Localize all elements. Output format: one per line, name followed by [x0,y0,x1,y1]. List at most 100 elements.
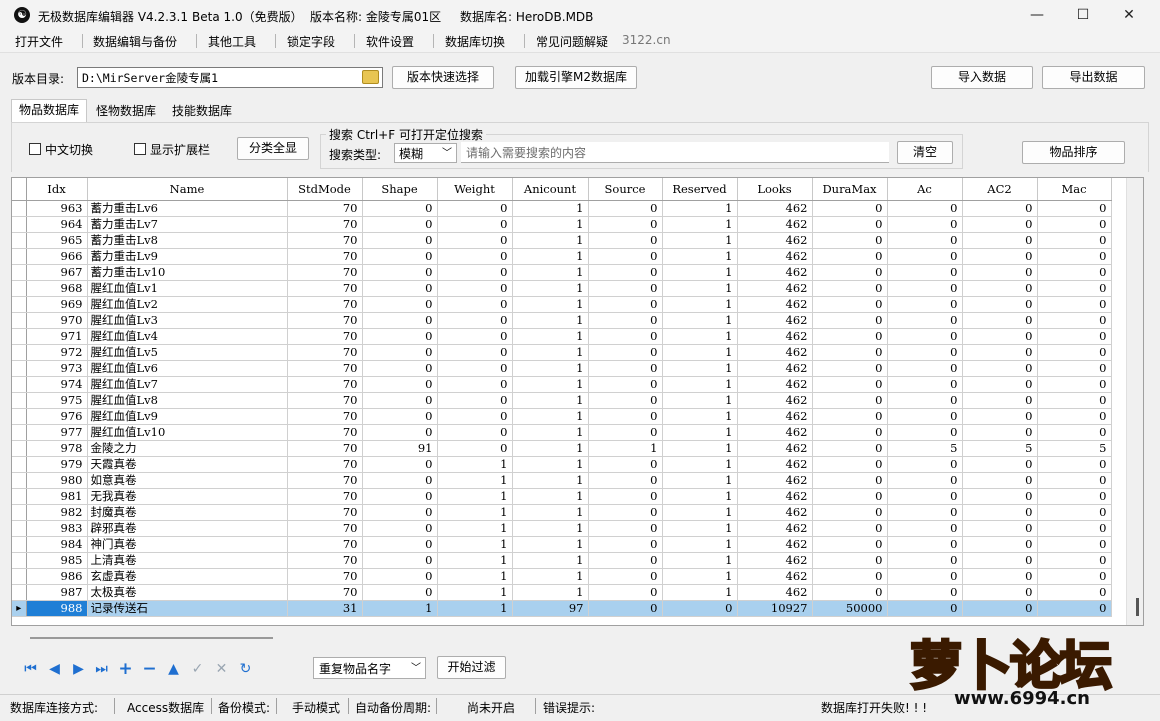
cell-looks[interactable]: 462 [737,200,813,217]
column-header-mac[interactable]: Mac [1037,178,1112,201]
cell-mac[interactable]: 0 [1037,360,1112,377]
insert-icon[interactable]: + [117,661,134,678]
cell-shape[interactable]: 0 [362,552,438,569]
cell-reserved[interactable]: 1 [662,216,738,233]
table-row[interactable]: 963 蓄力重击Lv6 70 0 0 1 0 1 462 0 0 0 0 [12,200,1112,217]
table-row[interactable]: 970 腥红血值Lv3 70 0 0 1 0 1 462 0 0 0 0 [12,312,1112,329]
table-row[interactable]: 968 腥红血值Lv1 70 0 0 1 0 1 462 0 0 0 0 [12,280,1112,297]
cell-duramax[interactable]: 0 [812,232,888,249]
cell-weight[interactable]: 1 [437,504,513,521]
cell-idx[interactable]: 982 [26,504,88,521]
row-indicator[interactable] [12,472,27,489]
cell-source[interactable]: 0 [588,200,663,217]
cell-ac2[interactable]: 0 [962,264,1038,281]
cell-duramax[interactable]: 0 [812,472,888,489]
cell-looks[interactable]: 462 [737,488,813,505]
cell-ac2[interactable]: 0 [962,392,1038,409]
cell-ac[interactable]: 0 [887,248,963,265]
cell-looks[interactable]: 462 [737,568,813,585]
delete-icon[interactable]: − [141,661,158,678]
cell-ac2[interactable]: 0 [962,344,1038,361]
cell-ac2[interactable]: 0 [962,296,1038,313]
cell-stdmode[interactable]: 70 [287,360,363,377]
cell-idx[interactable]: 966 [26,248,88,265]
tab-items[interactable]: 物品数据库 [11,99,87,122]
cell-duramax[interactable]: 0 [812,312,888,329]
cell-duramax[interactable]: 50000 [812,600,888,617]
row-indicator[interactable] [12,328,27,345]
cell-looks[interactable]: 462 [737,472,813,489]
table-row[interactable]: 964 蓄力重击Lv7 70 0 0 1 0 1 462 0 0 0 0 [12,216,1112,233]
cell-anicount[interactable]: 1 [512,392,589,409]
cell-duramax[interactable]: 0 [812,504,888,521]
search-input[interactable]: 请输入需要搜索的内容 [461,142,889,163]
cell-looks[interactable]: 462 [737,520,813,537]
cell-looks[interactable]: 462 [737,248,813,265]
table-row[interactable]: 985 上清真卷 70 0 1 1 0 1 462 0 0 0 0 [12,552,1112,569]
cell-idx[interactable]: 979 [26,456,88,473]
cell-ac[interactable]: 0 [887,536,963,553]
cell-mac[interactable]: 0 [1037,248,1112,265]
cell-ac[interactable]: 0 [887,472,963,489]
cell-ac[interactable]: 0 [887,280,963,297]
cell-shape[interactable]: 0 [362,536,438,553]
cell-source[interactable]: 0 [588,280,663,297]
cell-looks[interactable]: 462 [737,424,813,441]
cell-name[interactable]: 腥红血值Lv4 [87,328,288,345]
cell-name[interactable]: 辟邪真卷 [87,520,288,537]
cell-weight[interactable]: 1 [437,584,513,601]
cell-anicount[interactable]: 1 [512,504,589,521]
cell-ac2[interactable]: 0 [962,360,1038,377]
cell-looks[interactable]: 462 [737,456,813,473]
cell-anicount[interactable]: 1 [512,344,589,361]
cell-ac[interactable]: 5 [887,440,963,457]
cell-idx[interactable]: 970 [26,312,88,329]
start-filter-button[interactable]: 开始过滤 [437,656,506,679]
cell-reserved[interactable]: 1 [662,328,738,345]
cell-weight[interactable]: 0 [437,424,513,441]
cell-reserved[interactable]: 1 [662,360,738,377]
cell-stdmode[interactable]: 70 [287,536,363,553]
cell-ac2[interactable]: 0 [962,584,1038,601]
cell-source[interactable]: 0 [588,360,663,377]
cell-name[interactable]: 腥红血值Lv3 [87,312,288,329]
cell-duramax[interactable]: 0 [812,536,888,553]
cell-weight[interactable]: 0 [437,328,513,345]
cell-name[interactable]: 蓄力重击Lv6 [87,200,288,217]
cell-stdmode[interactable]: 70 [287,568,363,585]
row-indicator[interactable] [12,568,27,585]
cell-weight[interactable]: 0 [437,376,513,393]
cell-name[interactable]: 神门真卷 [87,536,288,553]
menu-open-file[interactable]: 打开文件 [15,33,63,50]
cell-name[interactable]: 腥红血值Lv5 [87,344,288,361]
cell-duramax[interactable]: 0 [812,424,888,441]
cell-stdmode[interactable]: 31 [287,600,363,617]
table-row[interactable]: 984 神门真卷 70 0 1 1 0 1 462 0 0 0 0 [12,536,1112,553]
cell-reserved[interactable]: 1 [662,408,738,425]
cell-shape[interactable]: 0 [362,472,438,489]
cell-ac2[interactable]: 0 [962,536,1038,553]
cell-stdmode[interactable]: 70 [287,472,363,489]
cell-ac2[interactable]: 0 [962,232,1038,249]
cell-anicount[interactable]: 1 [512,360,589,377]
cell-shape[interactable]: 0 [362,344,438,361]
cell-anicount[interactable]: 1 [512,312,589,329]
cell-idx[interactable]: 968 [26,280,88,297]
scroll-thumb[interactable] [1136,598,1139,616]
cell-idx[interactable]: 988 [26,600,88,617]
cell-mac[interactable]: 0 [1037,472,1112,489]
cell-mac[interactable]: 0 [1037,376,1112,393]
cell-name[interactable]: 腥红血值Lv8 [87,392,288,409]
cell-name[interactable]: 腥红血值Lv2 [87,296,288,313]
cell-idx[interactable]: 978 [26,440,88,457]
cell-shape[interactable]: 91 [362,440,438,457]
cell-shape[interactable]: 0 [362,232,438,249]
cell-stdmode[interactable]: 70 [287,440,363,457]
cell-looks[interactable]: 462 [737,440,813,457]
cell-ac[interactable]: 0 [887,552,963,569]
cell-duramax[interactable]: 0 [812,328,888,345]
cell-idx[interactable]: 980 [26,472,88,489]
column-header-ac[interactable]: Ac [887,178,963,201]
cell-reserved[interactable]: 1 [662,584,738,601]
column-header-anicount[interactable]: Anicount [512,178,589,201]
